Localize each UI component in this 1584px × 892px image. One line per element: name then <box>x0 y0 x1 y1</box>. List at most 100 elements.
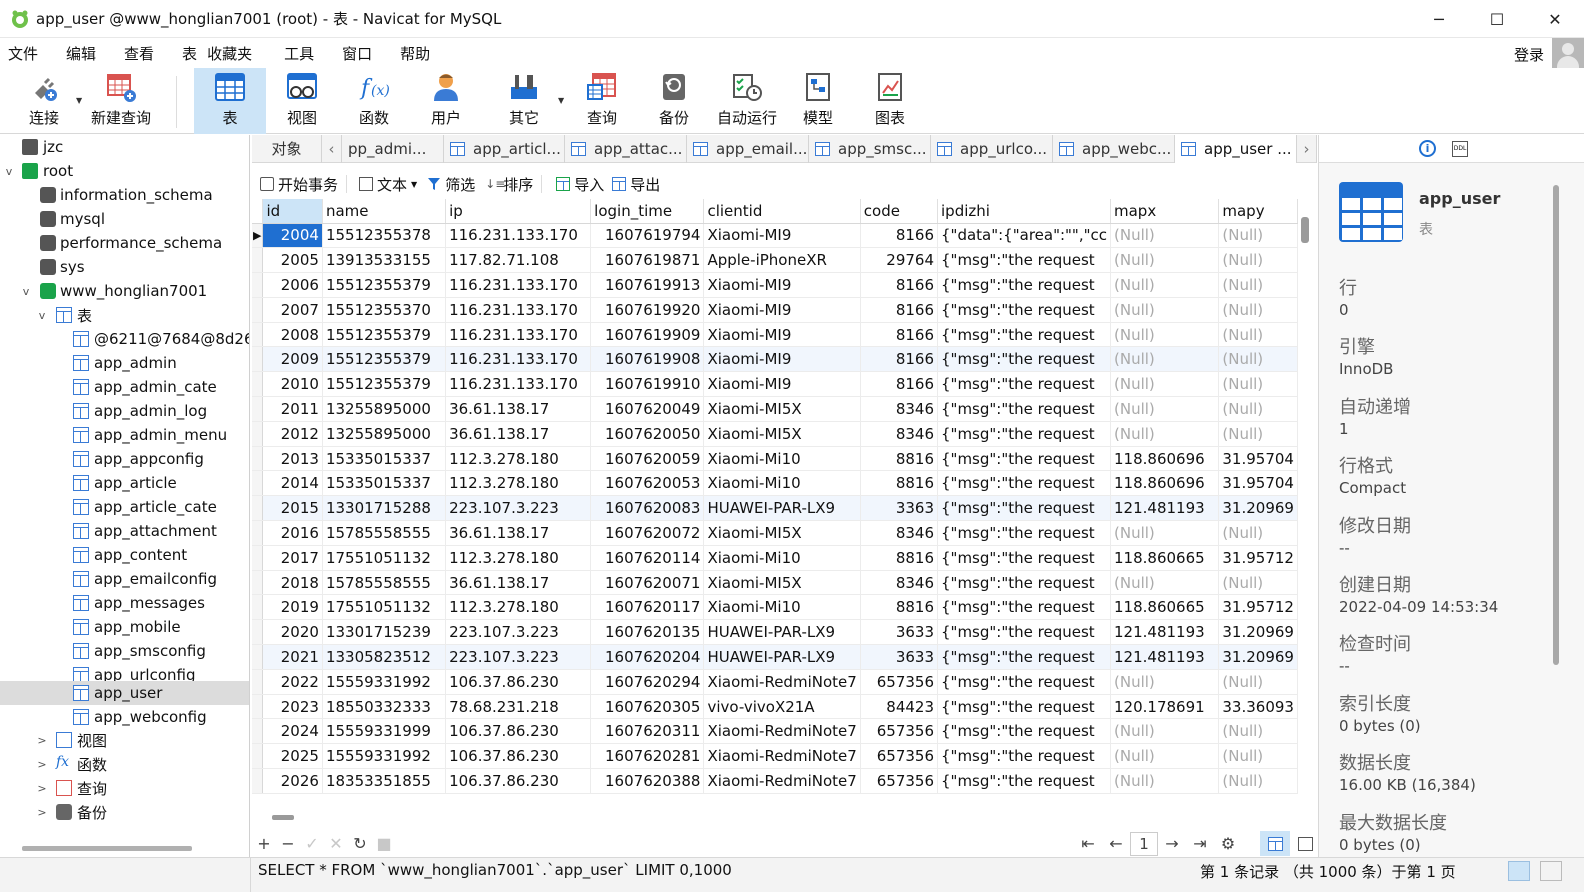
tree-table-item[interactable]: app_emailconfig <box>0 567 249 591</box>
table-cell-code[interactable]: 8816 <box>860 446 939 472</box>
table-cell-clientid[interactable]: Xiaomi-MI9 <box>703 371 861 398</box>
table-cell-login-time[interactable]: 1607620204 <box>590 644 705 670</box>
table-cell-id[interactable]: 2018 <box>262 570 323 596</box>
table-cell-id[interactable]: 2005 <box>262 247 323 274</box>
last-page-button[interactable]: ⇥ <box>1186 834 1214 853</box>
row-marker[interactable] <box>252 495 264 522</box>
table-cell-clientid[interactable]: Xiaomi-MI5X <box>703 421 861 447</box>
table-cell-mapx[interactable]: (Null) <box>1110 247 1220 274</box>
table-cell-clientid[interactable]: Xiaomi-MI9 <box>703 223 861 249</box>
table-cell-mapx[interactable]: 121.481193 <box>1110 495 1220 522</box>
row-marker[interactable] <box>252 297 264 323</box>
query-button[interactable]: 查询 <box>568 68 636 134</box>
tab-item[interactable]: app_webc... <box>1053 134 1175 163</box>
table-cell-mapy[interactable]: 31.95712 <box>1218 545 1298 571</box>
function-button[interactable]: f (x) 函数 <box>340 68 408 134</box>
column-header[interactable]: id <box>262 199 323 224</box>
ddl-icon[interactable]: DDL <box>1452 141 1468 157</box>
table-row[interactable]: 2017 17551051132 112.3.278.180 1607620114 Xi… <box>252 545 1298 571</box>
table-cell-clientid[interactable]: Xiaomi-RedmiNote7 <box>703 669 861 695</box>
table-cell-clientid[interactable]: HUAWEI-PAR-LX9 <box>703 495 861 522</box>
table-cell-name[interactable]: 15512355378 <box>322 223 447 249</box>
first-page-button[interactable]: ⇤ <box>1074 834 1102 853</box>
chevron-down-icon[interactable]: v <box>3 165 15 178</box>
table-cell-id[interactable]: 2026 <box>262 768 323 794</box>
table-cell-login-time[interactable]: 1607619908 <box>590 346 705 373</box>
row-marker[interactable] <box>252 421 264 447</box>
minimize-button[interactable]: ─ <box>1410 0 1468 38</box>
table-cell-id[interactable]: 2021 <box>262 644 323 670</box>
table-cell-ip[interactable]: 36.61.138.17 <box>445 396 592 422</box>
menu-window[interactable]: 窗口 <box>342 43 382 64</box>
page-number-input[interactable]: 1 <box>1130 831 1158 856</box>
tree-table-item[interactable]: app_messages <box>0 591 249 615</box>
tab-item[interactable]: app_email... <box>687 134 809 163</box>
table-row[interactable]: 2019 17551051132 112.3.278.180 1607620117 Xi… <box>252 594 1298 621</box>
table-cell-mapx[interactable]: 118.860665 <box>1110 594 1220 621</box>
table-cell-login-time[interactable]: 1607620071 <box>590 570 705 596</box>
table-cell-name[interactable]: 15335015337 <box>322 446 447 472</box>
new-query-button[interactable]: 新建查询 <box>88 68 154 134</box>
table-cell-ipdizhi[interactable]: {"msg":"the request <box>937 446 1111 472</box>
info-panel-scrollbar[interactable] <box>1553 185 1559 665</box>
filter-button[interactable]: 筛选 <box>427 174 475 195</box>
view-button[interactable]: 视图 <box>268 68 336 134</box>
table-cell-code[interactable]: 3633 <box>860 619 939 646</box>
table-cell-ipdizhi[interactable]: {"msg":"the request <box>937 743 1111 770</box>
table-cell-clientid[interactable]: Xiaomi-RedmiNote7 <box>703 743 861 770</box>
table-cell-ip[interactable]: 78.68.231.218 <box>445 694 592 720</box>
column-header[interactable]: mapy <box>1218 199 1298 224</box>
table-cell-code[interactable]: 8166 <box>860 371 939 398</box>
table-row[interactable]: 2018 15785558555 36.61.138.17 1607620071 Xia… <box>252 570 1298 596</box>
row-marker[interactable] <box>252 594 264 621</box>
table-cell-login-time[interactable]: 1607620114 <box>590 545 705 571</box>
table-cell-mapx[interactable]: (Null) <box>1110 223 1220 249</box>
stop-button[interactable]: ■ <box>372 834 396 853</box>
row-marker[interactable] <box>252 669 264 695</box>
table-cell-mapy[interactable]: (Null) <box>1218 371 1298 398</box>
table-row[interactable]: 2022 15559331992 106.37.86.230 1607620294 Xi… <box>252 669 1298 695</box>
table-cell-clientid[interactable]: Xiaomi-MI9 <box>703 272 861 298</box>
table-cell-name[interactable]: 18550332333 <box>322 694 447 720</box>
table-cell-name[interactable]: 13255895000 <box>322 421 447 447</box>
table-cell-ip[interactable]: 116.231.133.170 <box>445 346 592 373</box>
table-cell-ipdizhi[interactable]: {"msg":"the request <box>937 297 1111 323</box>
table-row[interactable]: 2023 18550332333 78.68.231.218 1607620305 vi… <box>252 694 1298 720</box>
tab-item[interactable]: app_attac... <box>565 134 687 163</box>
tree-table-item[interactable]: app_article <box>0 471 249 495</box>
table-cell-name[interactable]: 15512355370 <box>322 297 447 323</box>
table-cell-mapy[interactable]: 31.95704 <box>1218 470 1298 497</box>
table-cell-ip[interactable]: 106.37.86.230 <box>445 718 592 745</box>
table-cell-login-time[interactable]: 1607620049 <box>590 396 705 422</box>
tab-app-user-active[interactable]: app_user ... <box>1175 134 1297 163</box>
table-cell-ipdizhi[interactable]: {"msg":"the request <box>937 470 1111 497</box>
row-marker[interactable] <box>252 247 264 274</box>
table-row[interactable]: 2010 15512355379 116.231.133.170 1607619910… <box>252 371 1298 398</box>
tree-table-item[interactable]: @6211@7684@8d26 <box>0 327 249 351</box>
table-cell-code[interactable]: 657356 <box>860 718 939 745</box>
prev-page-button[interactable]: ← <box>1102 834 1130 853</box>
table-cell-ipdizhi[interactable]: {"msg":"the request <box>937 694 1111 720</box>
delete-record-button[interactable]: − <box>276 834 300 853</box>
menu-view[interactable]: 查看 <box>124 43 164 64</box>
table-cell-clientid[interactable]: Xiaomi-MI5X <box>703 570 861 596</box>
column-header[interactable]: login_time <box>590 199 705 224</box>
table-cell-ip[interactable]: 116.231.133.170 <box>445 223 592 249</box>
table-cell-login-time[interactable]: 1607620294 <box>590 669 705 695</box>
table-cell-login-time[interactable]: 1607619794 <box>590 223 705 249</box>
table-cell-ip[interactable]: 112.3.278.180 <box>445 545 592 571</box>
tree-db-sys[interactable]: sys <box>0 255 249 279</box>
table-cell-mapy[interactable]: (Null) <box>1218 669 1298 695</box>
table-cell-ipdizhi[interactable]: {"msg":"the request <box>937 545 1111 571</box>
table-cell-mapy[interactable]: (Null) <box>1218 520 1298 546</box>
login-link[interactable]: 登录 <box>1514 44 1544 65</box>
table-cell-ip[interactable]: 36.61.138.17 <box>445 570 592 596</box>
tree-table-item[interactable]: app_admin_menu <box>0 423 249 447</box>
row-marker[interactable] <box>252 322 264 348</box>
table-cell-ipdizhi[interactable]: {"msg":"the request <box>937 322 1111 348</box>
table-cell-mapy[interactable]: (Null) <box>1218 570 1298 596</box>
table-cell-clientid[interactable]: Xiaomi-MI9 <box>703 322 861 348</box>
chevron-right-icon[interactable]: > <box>36 734 48 747</box>
table-cell-ipdizhi[interactable]: {"msg":"the request <box>937 371 1111 398</box>
table-cell-ip[interactable]: 36.61.138.17 <box>445 520 592 546</box>
